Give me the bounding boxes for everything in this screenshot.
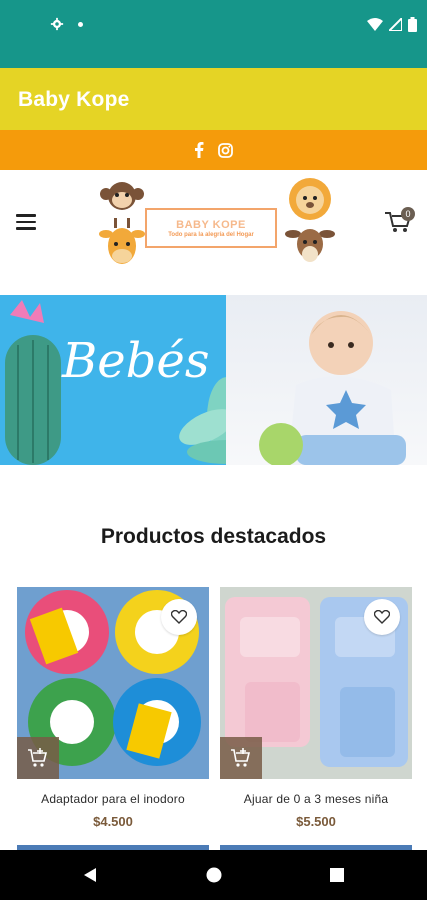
logo-tagline: Todo para la alegría del Hogar <box>168 231 254 238</box>
product-name[interactable]: Adaptador para el inodoro <box>17 792 209 806</box>
cart-count-badge: 0 <box>401 207 415 221</box>
cart-plus-icon <box>231 748 251 767</box>
store-logo[interactable]: BABY KOPE Todo para la alegría del Hogar <box>95 176 335 276</box>
status-bar <box>0 0 427 68</box>
cart-plus-icon <box>28 748 48 767</box>
notification-dot-icon <box>78 21 83 27</box>
system-nav-bar <box>0 850 427 900</box>
back-icon[interactable] <box>82 867 98 883</box>
logo-text-box: BABY KOPE Todo para la alegría del Hogar <box>145 208 277 248</box>
wifi-icon <box>367 18 383 31</box>
lion-icon <box>289 178 331 220</box>
product-card[interactable]: Adaptador para el inodoro $4.500 <box>17 587 209 839</box>
status-right <box>367 17 417 32</box>
menu-icon[interactable] <box>16 214 36 230</box>
logo-name: BABY KOPE <box>176 218 246 231</box>
signal-icon <box>389 18 402 31</box>
site-header: BABY KOPE Todo para la alegría del Hogar… <box>0 170 427 295</box>
favorite-button[interactable] <box>161 599 197 635</box>
status-left <box>50 17 83 31</box>
baby-photo <box>259 311 406 465</box>
heart-icon <box>171 610 187 624</box>
instagram-icon[interactable] <box>218 142 233 158</box>
product-price: $4.500 <box>93 814 133 829</box>
product-name[interactable]: Ajuar de 0 a 3 meses niña <box>220 792 412 806</box>
banner-photo <box>226 295 427 465</box>
section-title: Productos destacados <box>100 525 327 548</box>
home-icon[interactable] <box>206 867 222 883</box>
giraffe-icon <box>99 218 145 264</box>
heart-icon <box>374 610 390 624</box>
facebook-icon[interactable] <box>194 142 204 158</box>
product-card[interactable]: Ajuar de 0 a 3 meses niña $5.500 <box>220 587 412 839</box>
app-title: Baby Kope <box>18 88 130 111</box>
gear-icon <box>50 17 64 31</box>
add-to-cart-button[interactable] <box>220 737 262 779</box>
deer-icon <box>285 229 335 262</box>
banner-left-panel: Bebés <box>0 295 275 465</box>
app-bar: Baby Kope <box>0 68 427 130</box>
battery-icon <box>408 17 417 32</box>
recents-icon[interactable] <box>330 868 344 882</box>
add-to-cart-button[interactable] <box>17 737 59 779</box>
promo-banner[interactable]: Bebés <box>0 295 427 465</box>
product-price: $5.500 <box>296 814 336 829</box>
favorite-button[interactable] <box>364 599 400 635</box>
monkey-icon <box>100 182 144 210</box>
social-bar <box>0 130 427 170</box>
cactus-icon <box>5 300 61 465</box>
